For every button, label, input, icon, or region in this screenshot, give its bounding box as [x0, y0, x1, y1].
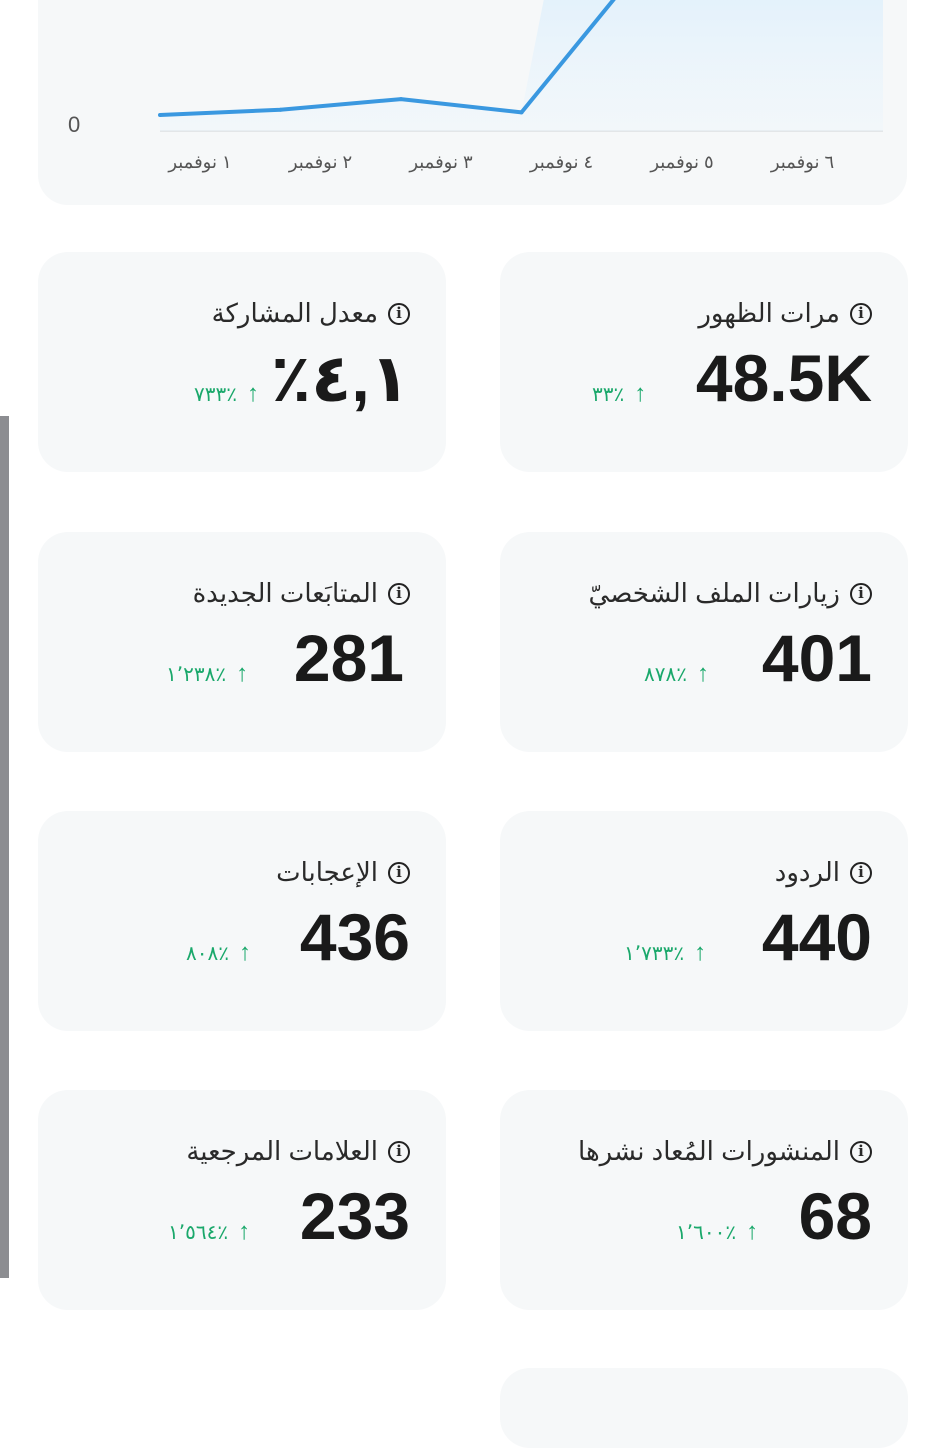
impressions-chart — [158, 0, 883, 132]
reposts-value: 68 — [798, 1179, 872, 1253]
scrollbar[interactable] — [0, 416, 9, 1278]
impressions-card[interactable]: مرات الظهور i 48.5K ٣٣٪ ↑ — [500, 252, 908, 472]
chart-point — [399, 97, 403, 102]
bookmarks-title: العلامات المرجعية — [186, 1136, 378, 1166]
reposts-title: المنشورات المُعاد نشرها — [578, 1136, 840, 1166]
info-icon[interactable]: i — [850, 861, 872, 884]
arrow-up-icon: ↑ — [694, 939, 707, 966]
info-icon[interactable]: i — [388, 1140, 410, 1163]
new-follows-change-text: ١٬٢٣٨٪ — [166, 663, 227, 686]
new-follows-change: ١٬٢٣٨٪ ↑ — [166, 660, 248, 688]
info-icon[interactable]: i — [850, 1140, 872, 1163]
arrow-up-icon: ↑ — [246, 380, 259, 407]
bookmarks-change: ١٬٥٦٤٪ ↑ — [168, 1218, 250, 1246]
arrow-up-icon: ↑ — [236, 660, 249, 687]
bookmarks-change-text: ١٬٥٦٤٪ — [168, 1221, 229, 1244]
likes-title: الإعجابات — [276, 857, 378, 887]
replies-change: ١٬٧٣٣٪ ↑ — [624, 939, 706, 967]
likes-change-text: ٨٠٨٪ — [186, 942, 229, 965]
reposts-change: ١٬٦٠٠٪ ↑ — [676, 1218, 758, 1246]
profile-visits-value: 401 — [761, 621, 872, 695]
replies-card[interactable]: الردود i 440 ١٬٧٣٣٪ ↑ — [500, 811, 908, 1031]
likes-value: 436 — [299, 900, 410, 974]
new-follows-value: 281 — [293, 621, 404, 695]
x-tick-label: ٣ نوفمبر — [409, 152, 473, 172]
arrow-up-icon: ↑ — [696, 660, 709, 687]
info-icon[interactable]: i — [850, 582, 872, 605]
replies-title: الردود — [774, 857, 840, 887]
chart-point — [278, 107, 283, 112]
arrow-up-icon: ↑ — [746, 1218, 759, 1245]
engagement-rate-change: ٧٣٣٪ ↑ — [194, 380, 259, 408]
arrow-up-icon: ↑ — [238, 1218, 251, 1245]
replies-value: 440 — [761, 900, 872, 974]
profile-visits-card[interactable]: زيارات الملف الشخصيّ i 401 ٨٧٨٪ ↑ — [500, 532, 908, 752]
x-tick-label: ١ نوفمبر — [168, 152, 232, 172]
impressions-chart-card — [38, 0, 907, 205]
arrow-up-icon: ↑ — [238, 939, 251, 966]
info-icon[interactable]: i — [388, 861, 410, 884]
profile-visits-change-text: ٨٧٨٪ — [644, 663, 687, 686]
bookmarks-value: 233 — [299, 1179, 410, 1253]
info-icon[interactable]: i — [850, 302, 872, 325]
engagement-rate-change-text: ٧٣٣٪ — [194, 383, 237, 406]
likes-change: ٨٠٨٪ ↑ — [186, 939, 251, 967]
new-follows-title: المتابَعات الجديدة — [192, 578, 378, 608]
x-tick-label: ٤ نوفمبر — [529, 152, 594, 172]
engagement-rate-value: ٤,١٪ — [270, 341, 410, 415]
engagement-rate-title: معدل المشاركة — [211, 298, 378, 328]
x-tick-label: ٦ نوفمبر — [770, 152, 835, 172]
reposts-change-text: ١٬٦٠٠٪ — [676, 1221, 737, 1244]
info-icon[interactable]: i — [388, 302, 410, 325]
impressions-change-text: ٣٣٪ — [592, 383, 625, 406]
reposts-card[interactable]: المنشورات المُعاد نشرها i 68 ١٬٦٠٠٪ ↑ — [500, 1090, 908, 1310]
impressions-value: 48.5K — [695, 341, 872, 415]
arrow-up-icon: ↑ — [634, 380, 647, 407]
profile-visits-change: ٨٧٨٪ ↑ — [644, 660, 709, 688]
profile-visits-title: زيارات الملف الشخصيّ — [588, 578, 840, 608]
new-follows-card[interactable]: المتابَعات الجديدة i 281 ١٬٢٣٨٪ ↑ — [38, 532, 446, 752]
chart-point — [519, 110, 524, 115]
x-tick-label: ٢ نوفمبر — [288, 152, 353, 172]
likes-card[interactable]: الإعجابات i 436 ٨٠٨٪ ↑ — [38, 811, 446, 1031]
impressions-title: مرات الظهور — [698, 298, 840, 328]
chart-point — [158, 113, 162, 118]
replies-change-text: ١٬٧٣٣٪ — [624, 942, 685, 965]
next-metric-card[interactable] — [500, 1368, 908, 1448]
info-icon[interactable]: i — [388, 582, 410, 605]
impressions-change: ٣٣٪ ↑ — [592, 380, 646, 408]
x-tick-label: ٥ نوفمبر — [650, 152, 714, 172]
bookmarks-card[interactable]: العلامات المرجعية i 233 ١٬٥٦٤٪ ↑ — [38, 1090, 446, 1310]
y-axis-zero-label: 0 — [68, 112, 81, 137]
engagement-rate-card[interactable]: معدل المشاركة i ٤,١٪ ٧٣٣٪ ↑ — [38, 252, 446, 472]
